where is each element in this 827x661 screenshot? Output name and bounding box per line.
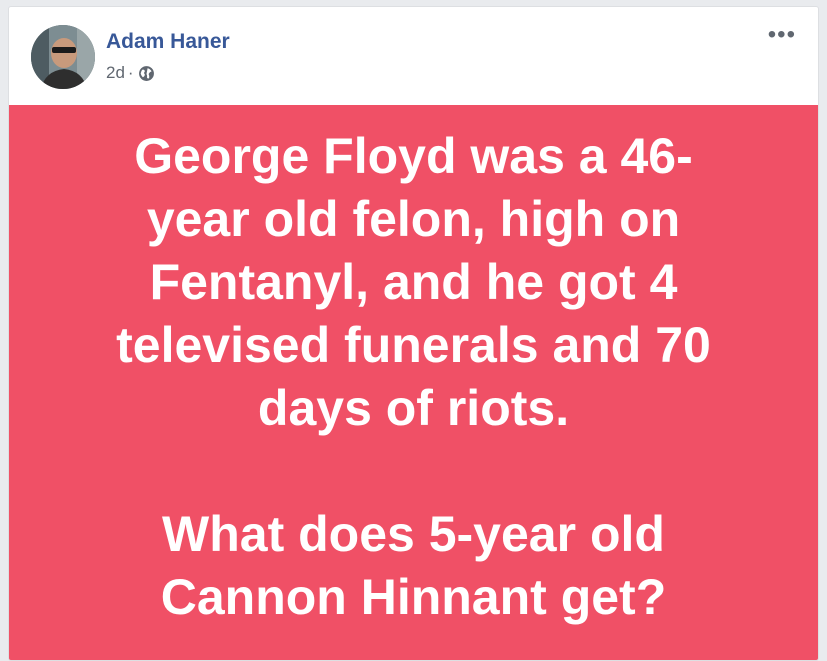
post-header: Adam Haner 2d · ••• [9, 7, 818, 105]
globe-icon[interactable] [138, 65, 155, 82]
post-text-line: days of riots. [257, 380, 570, 436]
post-card: Adam Haner 2d · ••• George Floyd was a 4… [8, 6, 819, 661]
post-text-background: George Floyd was a 46- year old felon, h… [9, 105, 818, 660]
avatar[interactable] [31, 25, 95, 89]
avatar-image [31, 25, 95, 89]
meta-separator: · [127, 63, 134, 82]
post-meta: 2d · [106, 63, 155, 83]
post-paragraph: What does 5-year old Cannon Hinnant get? [54, 503, 774, 629]
post-timestamp[interactable]: 2d [106, 63, 125, 83]
post-text-line: Cannon Hinnant get? [160, 569, 667, 625]
post-text-line: televised funerals and 70 [116, 317, 711, 373]
post-text-line: George Floyd was a 46- [134, 128, 693, 184]
post-paragraph: George Floyd was a 46- year old felon, h… [54, 125, 774, 440]
author-name[interactable]: Adam Haner [106, 30, 230, 54]
post-text-line: year old felon, high on [146, 191, 681, 247]
post-text-line: Fentanyl, and he got 4 [149, 254, 678, 310]
post-text-line: What does 5-year old [162, 506, 665, 562]
more-options-icon[interactable]: ••• [768, 23, 796, 47]
